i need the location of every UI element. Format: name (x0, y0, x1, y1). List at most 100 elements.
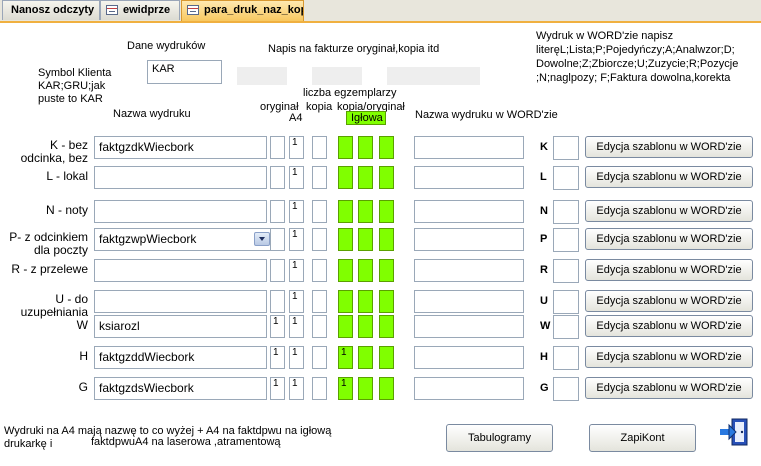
needle-printer-count-2[interactable] (358, 200, 373, 223)
a4-count-input[interactable] (270, 290, 285, 313)
tab-ewidprze[interactable]: ewidprze (100, 0, 180, 20)
word-name-input[interactable] (414, 166, 524, 189)
word-name-input[interactable] (414, 200, 524, 223)
print-name-input[interactable] (94, 166, 267, 189)
chevron-down-icon[interactable] (254, 232, 270, 246)
word-letter-input[interactable] (553, 228, 579, 252)
copy-count-input[interactable] (312, 166, 327, 189)
needle-printer-count-2[interactable] (358, 166, 373, 189)
word-name-input[interactable] (414, 377, 524, 400)
copy-count-input[interactable] (312, 346, 327, 369)
original-count-input[interactable]: 1 (289, 136, 304, 159)
original-count-input[interactable]: 1 (289, 228, 304, 251)
a4-count-input[interactable] (270, 259, 285, 282)
original-count-input[interactable]: 1 (289, 377, 304, 400)
napis-box[interactable] (312, 67, 362, 85)
napis-box[interactable] (387, 67, 480, 85)
zapikont-button[interactable]: ZapiKont (589, 424, 696, 452)
needle-printer-count-2[interactable] (358, 259, 373, 282)
print-name-input[interactable]: faktgzdsWiecbork (94, 377, 267, 400)
needle-printer-count-1[interactable]: 1 (338, 346, 353, 369)
tabulogramy-button[interactable]: Tabulogramy (446, 424, 553, 452)
word-name-input[interactable] (414, 228, 524, 251)
needle-printer-count-1[interactable]: 1 (338, 377, 353, 400)
original-count-input[interactable]: 1 (289, 346, 304, 369)
needle-printer-count-2[interactable] (358, 136, 373, 159)
tab-para-druk-naz-kop[interactable]: para_druk_naz_kop (181, 0, 304, 21)
copy-count-input[interactable] (312, 315, 327, 338)
needle-printer-count-1[interactable] (338, 259, 353, 282)
print-name-input[interactable]: faktgzwpWiecbork (94, 228, 272, 251)
a4-count-input[interactable]: 1 (270, 377, 285, 400)
needle-printer-count-3[interactable] (379, 315, 394, 338)
needle-printer-count-2[interactable] (358, 315, 373, 338)
word-letter-input[interactable] (553, 166, 579, 190)
needle-printer-count-3[interactable] (379, 259, 394, 282)
edit-word-template-button[interactable]: Edycja szablonu w WORD'zie (585, 166, 753, 188)
a4-count-input[interactable]: 1 (270, 315, 285, 338)
original-count-input[interactable]: 1 (289, 200, 304, 223)
exit-icon[interactable] (718, 417, 750, 447)
word-name-input[interactable] (414, 259, 524, 282)
print-name-input[interactable] (94, 200, 267, 223)
edit-word-template-button[interactable]: Edycja szablonu w WORD'zie (585, 259, 753, 281)
needle-printer-count-3[interactable] (379, 166, 394, 189)
original-count-input[interactable]: 1 (289, 315, 304, 338)
a4-count-input[interactable] (270, 228, 285, 251)
needle-printer-count-2[interactable] (358, 377, 373, 400)
needle-printer-count-1[interactable] (338, 315, 353, 338)
word-letter-input[interactable] (553, 377, 579, 401)
word-letter-input[interactable] (553, 200, 579, 224)
a4-count-input[interactable] (270, 200, 285, 223)
copy-count-input[interactable] (312, 259, 327, 282)
tab-nanosz-odczyty[interactable]: Nanosz odczyty (2, 0, 100, 20)
word-letter-input[interactable] (553, 346, 579, 370)
print-name-input[interactable]: faktgzddWiecbork (94, 346, 267, 369)
needle-printer-count-3[interactable] (379, 377, 394, 400)
needle-printer-count-2[interactable] (358, 290, 373, 313)
word-letter-input[interactable] (553, 315, 579, 339)
copy-count-input[interactable] (312, 377, 327, 400)
needle-printer-count-3[interactable] (379, 346, 394, 369)
word-letter-input[interactable] (553, 136, 579, 160)
napis-box[interactable] (237, 67, 287, 85)
word-name-input[interactable] (414, 346, 524, 369)
print-name-input[interactable] (94, 290, 267, 313)
edit-word-template-button[interactable]: Edycja szablonu w WORD'zie (585, 228, 753, 250)
needle-printer-count-3[interactable] (379, 136, 394, 159)
edit-word-template-button[interactable]: Edycja szablonu w WORD'zie (585, 290, 753, 312)
needle-printer-count-2[interactable] (358, 346, 373, 369)
copy-count-input[interactable] (312, 136, 327, 159)
needle-printer-count-1[interactable] (338, 290, 353, 313)
edit-word-template-button[interactable]: Edycja szablonu w WORD'zie (585, 377, 753, 399)
symbol-klienta-input[interactable]: KAR (147, 60, 222, 84)
original-count-input[interactable]: 1 (289, 166, 304, 189)
a4-count-input[interactable] (270, 136, 285, 159)
edit-word-template-button[interactable]: Edycja szablonu w WORD'zie (585, 346, 753, 368)
copy-count-input[interactable] (312, 228, 327, 251)
word-name-input[interactable] (414, 290, 524, 313)
edit-word-template-button[interactable]: Edycja szablonu w WORD'zie (585, 315, 753, 337)
needle-printer-count-3[interactable] (379, 200, 394, 223)
edit-word-template-button[interactable]: Edycja szablonu w WORD'zie (585, 200, 753, 222)
original-count-input[interactable]: 1 (289, 259, 304, 282)
needle-printer-count-2[interactable] (358, 228, 373, 251)
a4-count-input[interactable] (270, 166, 285, 189)
print-name-input[interactable]: faktgzdkWiecbork (94, 136, 267, 159)
copy-count-input[interactable] (312, 200, 327, 223)
needle-printer-count-3[interactable] (379, 228, 394, 251)
copy-count-input[interactable] (312, 290, 327, 313)
needle-printer-count-1[interactable] (338, 200, 353, 223)
word-letter-input[interactable] (553, 290, 579, 314)
word-letter-input[interactable] (553, 259, 579, 283)
a4-count-input[interactable]: 1 (270, 346, 285, 369)
word-name-input[interactable] (414, 315, 524, 338)
word-name-input[interactable] (414, 136, 524, 159)
needle-printer-count-3[interactable] (379, 290, 394, 313)
print-name-input[interactable]: ksiarozl (94, 315, 267, 338)
needle-printer-count-1[interactable] (338, 228, 353, 251)
edit-word-template-button[interactable]: Edycja szablonu w WORD'zie (585, 136, 753, 158)
needle-printer-count-1[interactable] (338, 166, 353, 189)
needle-printer-count-1[interactable] (338, 136, 353, 159)
print-name-input[interactable] (94, 259, 267, 282)
